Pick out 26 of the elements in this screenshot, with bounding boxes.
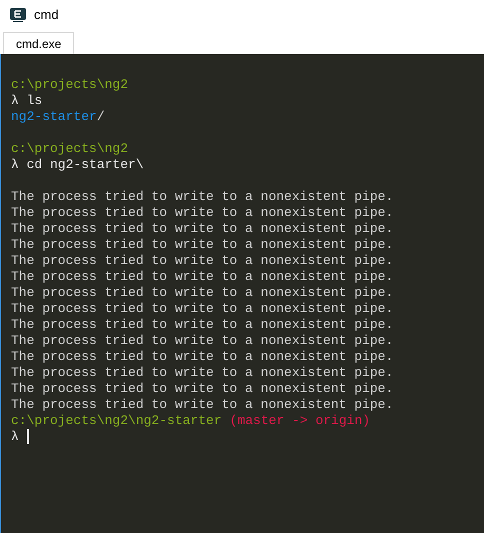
output-text: The process tried to write to a nonexistent pipe. (11, 237, 394, 253)
output-text: The process tried to write to a nonexistent pipe. (11, 205, 394, 221)
output-text: The process tried to write to a nonexistent pipe. (11, 333, 394, 349)
prompt-path: c:\projects\ng2 (11, 141, 128, 157)
command-text: λ (11, 429, 19, 445)
command-text: λ ls (11, 93, 42, 109)
app-icon (10, 8, 26, 22)
git-branch: (master -> origin) (230, 413, 370, 429)
output-text: The process tried to write to a nonexistent pipe. (11, 365, 394, 381)
prompt-path: c:\projects\ng2\ng2-starter (11, 413, 222, 429)
prompt-path: c:\projects\ng2 (11, 77, 128, 93)
output-text: The process tried to write to a nonexistent pipe. (11, 285, 394, 301)
output-text: / (96, 109, 105, 125)
tab[interactable]: cmd.exe (3, 32, 74, 54)
output-text: The process tried to write to a nonexistent pipe. (11, 269, 394, 285)
output-text: The process tried to write to a nonexistent pipe. (11, 349, 394, 365)
output-text: The process tried to write to a nonexistent pipe. (11, 397, 394, 413)
directory-name: ng2-starter (11, 109, 97, 125)
output-text: The process tried to write to a nonexistent pipe. (11, 317, 394, 333)
command-text: λ cd ng2-starter\ (11, 157, 144, 173)
window-title: cmd (34, 6, 59, 24)
output-text: The process tried to write to a nonexistent pipe. (11, 221, 394, 237)
output-text: The process tried to write to a nonexistent pipe. (11, 301, 394, 317)
output-text: The process tried to write to a nonexistent pipe. (11, 253, 394, 269)
output-text: The process tried to write to a nonexistent pipe. (11, 381, 394, 397)
output-text: The process tried to write to a nonexistent pipe. (11, 189, 394, 205)
